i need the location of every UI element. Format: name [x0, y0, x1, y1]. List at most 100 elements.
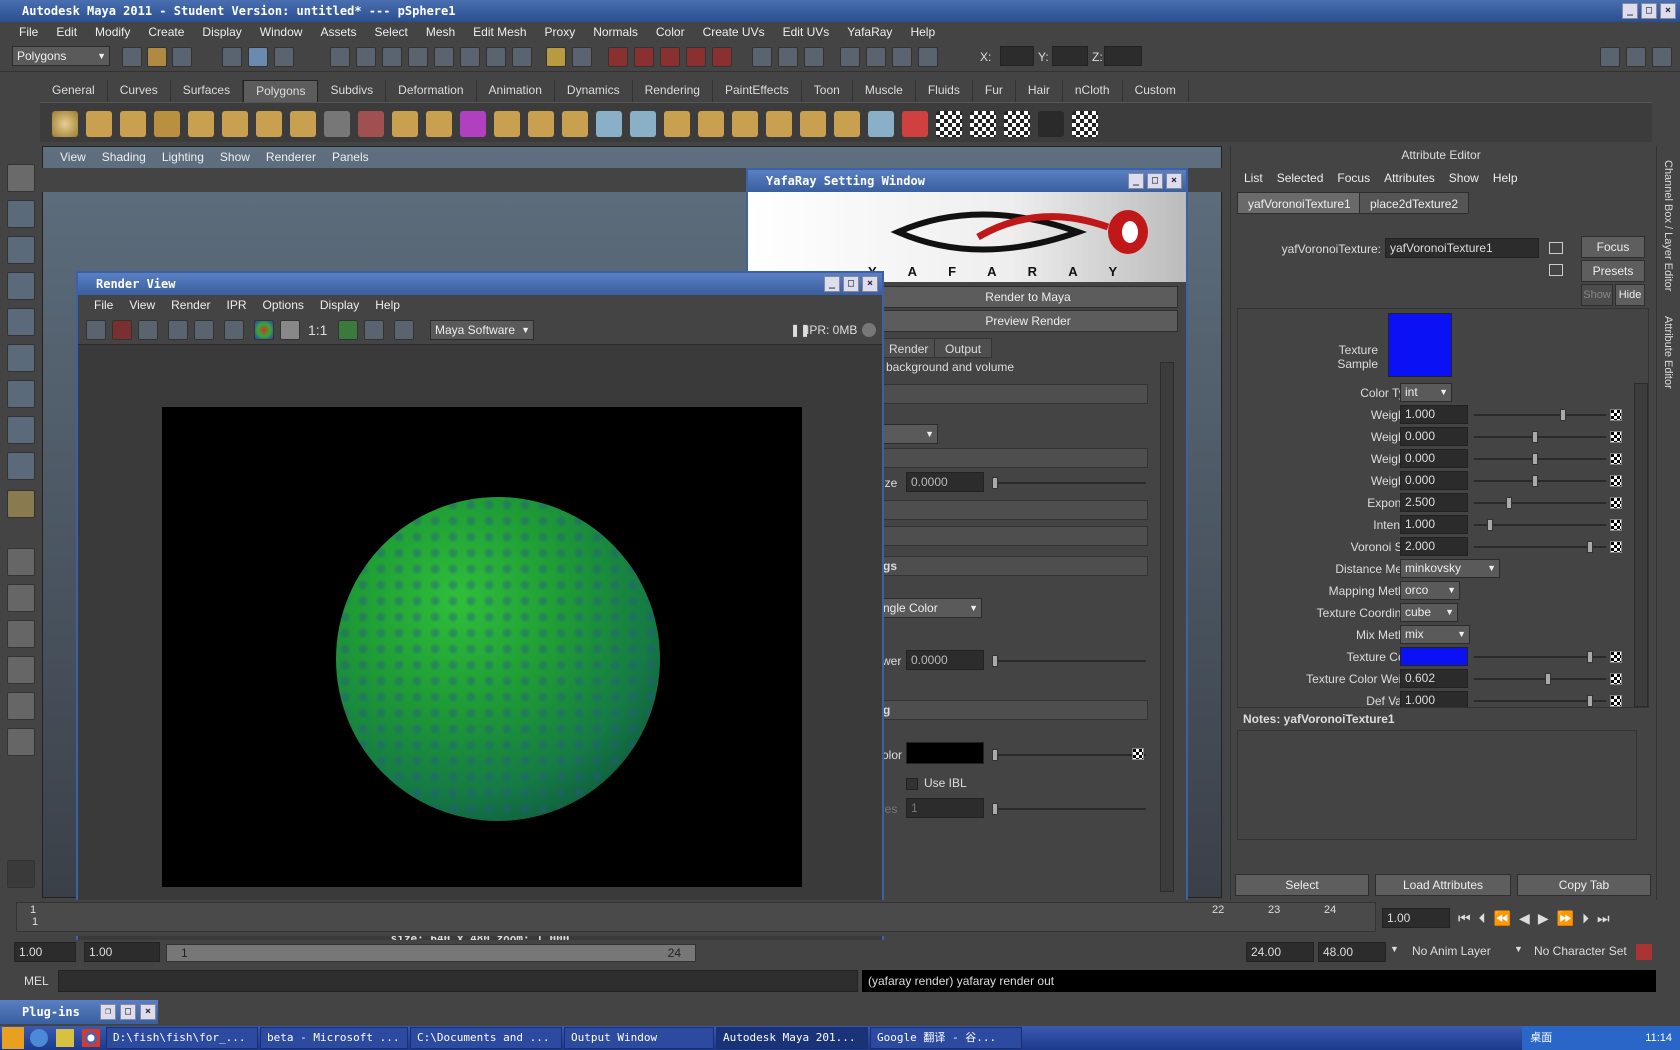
attr-slider[interactable] — [1474, 651, 1606, 663]
size-field[interactable]: 0.0000 — [906, 472, 984, 492]
render-camera-icon[interactable] — [394, 320, 414, 340]
scale-tool-icon[interactable] — [7, 344, 35, 372]
map-button-icon[interactable] — [1610, 651, 1622, 663]
shelf-tab-fur[interactable]: Fur — [973, 80, 1016, 102]
renderer-dropdown[interactable]: Maya Software ▼ — [430, 320, 534, 340]
wedge-icon[interactable] — [732, 111, 758, 137]
yafaray-scrollbar[interactable] — [1160, 362, 1174, 892]
shelf-tab-polygons[interactable]: Polygons — [243, 80, 319, 102]
samples-slider[interactable] — [992, 803, 1146, 815]
map-button-icon[interactable] — [1610, 673, 1622, 685]
presets-button[interactable]: Presets — [1581, 260, 1645, 282]
slider-knob[interactable] — [1532, 453, 1538, 465]
keep-image-icon[interactable] — [338, 320, 358, 340]
frame-row-3[interactable] — [878, 500, 1148, 520]
frame-row-2[interactable] — [878, 448, 1148, 468]
attr-slider[interactable] — [1474, 453, 1606, 465]
ipr-render-view-icon[interactable] — [168, 320, 188, 340]
menu-edit[interactable]: Edit — [47, 22, 86, 42]
extrude-icon[interactable] — [494, 111, 520, 137]
char-set-arrow-icon[interactable]: ▼ — [1514, 944, 1523, 954]
attr-value-field[interactable]: 0.000 — [1400, 449, 1468, 468]
panel-menu-shading[interactable]: Shading — [94, 146, 154, 168]
attr-slider[interactable] — [1474, 673, 1606, 685]
play-back-icon[interactable]: ◀ — [1519, 910, 1530, 927]
frame-row-1[interactable] — [878, 384, 1148, 404]
map-button-icon[interactable] — [1610, 541, 1622, 553]
bg-color-swatch[interactable] — [906, 742, 984, 764]
bevel-icon[interactable] — [664, 111, 690, 137]
menu-edit-uvs[interactable]: Edit UVs — [774, 22, 839, 42]
map-button-icon[interactable] — [1610, 695, 1622, 707]
range-inner-start-field[interactable]: 1.00 — [84, 942, 160, 962]
attr-value-field[interactable]: 1.000 — [1400, 515, 1468, 534]
smooth-icon[interactable] — [426, 111, 452, 137]
split-icon[interactable] — [596, 111, 622, 137]
load-attributes-button[interactable]: Load Attributes — [1375, 874, 1511, 896]
combine-icon[interactable] — [358, 111, 384, 137]
slider-knob[interactable] — [1587, 651, 1593, 663]
attr-value-field[interactable]: 1.000 — [1400, 691, 1468, 707]
shelf-tab-toon[interactable]: Toon — [802, 80, 853, 102]
slider-knob[interactable] — [1506, 497, 1512, 509]
menu-help[interactable]: Help — [901, 22, 944, 42]
new-scene-icon[interactable] — [122, 47, 142, 67]
shelf-tab-surfaces[interactable]: Surfaces — [171, 80, 244, 102]
render-globals-icon[interactable] — [892, 47, 912, 67]
separate-icon[interactable] — [392, 111, 418, 137]
shelf-tab-dynamics[interactable]: Dynamics — [555, 80, 633, 102]
map-button-icon[interactable] — [1610, 475, 1622, 487]
yafaray-maximize-button[interactable]: □ — [1147, 173, 1163, 189]
select-component-icon[interactable] — [274, 47, 294, 67]
planar-map-icon[interactable] — [868, 111, 894, 137]
show-button[interactable]: Show — [1581, 284, 1613, 306]
attr-select[interactable]: cube ▼ — [1400, 603, 1458, 622]
merge-icon[interactable] — [698, 111, 724, 137]
boolean-icon[interactable] — [460, 111, 486, 137]
cone-map-icon[interactable] — [902, 111, 928, 137]
open-scene-icon[interactable] — [147, 47, 167, 67]
tray-desktop-label[interactable]: 桌面 — [1530, 1032, 1552, 1044]
shelf-tab-ncloth[interactable]: nCloth — [1063, 80, 1123, 102]
lasso-tool-icon[interactable] — [7, 200, 35, 228]
rv-menu-render[interactable]: Render — [163, 295, 218, 315]
notes-textarea[interactable] — [1237, 730, 1637, 840]
range-start-field[interactable]: 1.00 — [14, 942, 76, 962]
redo-render-icon[interactable] — [86, 320, 106, 340]
yafaray-close-button[interactable]: × — [1166, 173, 1182, 189]
remove-image-icon[interactable] — [364, 320, 384, 340]
hypershade-icon[interactable] — [918, 47, 938, 67]
auto-key-icon[interactable] — [1636, 944, 1652, 960]
map-button-icon[interactable] — [1610, 453, 1622, 465]
shelf-tab-fluids[interactable]: Fluids — [916, 80, 973, 102]
range-bar[interactable]: 1 24 — [166, 944, 696, 962]
task-word[interactable]: beta - Microsoft ... — [260, 1027, 408, 1049]
lock-icon[interactable] — [546, 47, 566, 67]
render-node-icon[interactable] — [1038, 111, 1064, 137]
magnet-plane-icon[interactable] — [686, 47, 706, 67]
menu-edit-mesh[interactable]: Edit Mesh — [464, 22, 535, 42]
slider-knob[interactable] — [1532, 431, 1538, 443]
ae-scrollbar[interactable] — [1634, 383, 1648, 707]
poly-plane-icon[interactable] — [188, 111, 214, 137]
range-end-field[interactable]: 24.00 — [1246, 942, 1314, 962]
paint-select-icon[interactable] — [7, 236, 35, 264]
select-hierarchy-icon[interactable] — [222, 47, 242, 67]
ae-menu-show[interactable]: Show — [1442, 168, 1486, 188]
attr-value-field[interactable]: 0.000 — [1400, 427, 1468, 446]
poly-soccer-icon[interactable] — [324, 111, 350, 137]
hide-button[interactable]: Hide — [1615, 284, 1645, 306]
render-region-icon[interactable] — [112, 320, 132, 340]
rv-menu-ipr[interactable]: IPR — [219, 295, 255, 315]
ipr-icon[interactable] — [866, 47, 886, 67]
poly-cube-icon[interactable] — [86, 111, 112, 137]
preview-render-button[interactable]: Preview Render — [878, 310, 1178, 332]
poke-icon[interactable] — [766, 111, 792, 137]
plugins-maximize-button[interactable]: □ — [120, 1004, 136, 1020]
menu-proxy[interactable]: Proxy — [536, 22, 585, 42]
menu-assets[interactable]: Assets — [311, 22, 365, 42]
ie-quicklaunch-icon[interactable] — [30, 1029, 48, 1047]
attr-color-swatch[interactable] — [1400, 647, 1468, 666]
yafaray-minimize-button[interactable]: _ — [1128, 173, 1144, 189]
ae-menu-help[interactable]: Help — [1486, 168, 1525, 188]
